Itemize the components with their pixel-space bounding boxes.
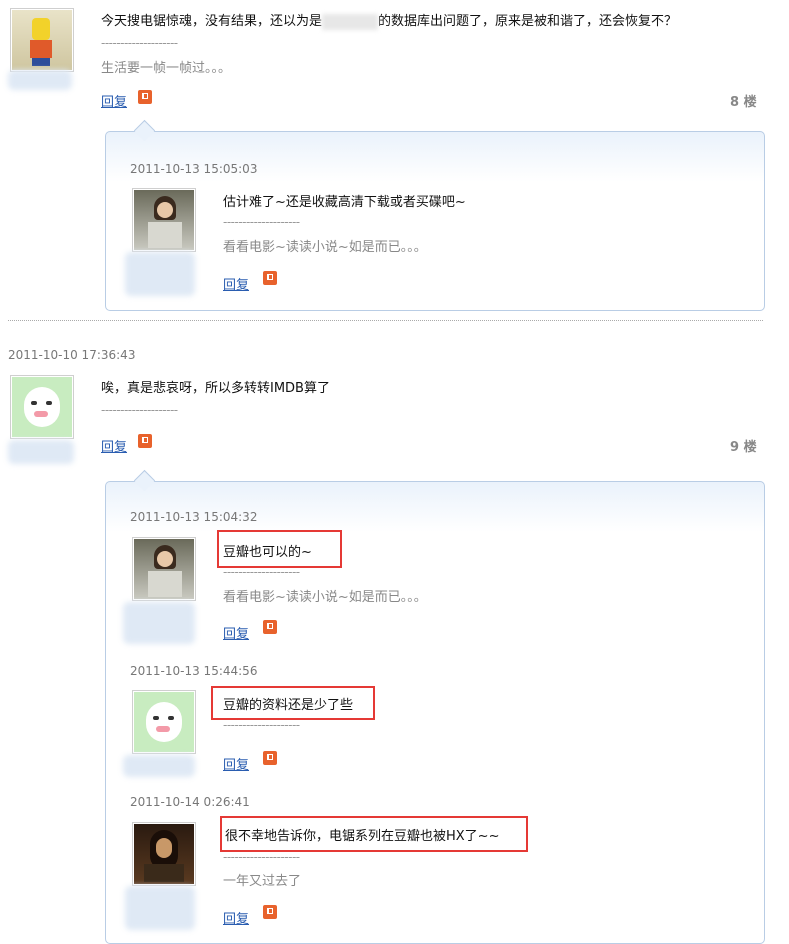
reply-link[interactable]: 回复 — [223, 754, 249, 773]
report-flag-icon[interactable] — [138, 434, 152, 448]
reply-link[interactable]: 回复 — [223, 623, 249, 642]
username-blurred — [8, 440, 74, 464]
reply-timestamp: 2011-10-13 15:04:32 — [130, 510, 258, 524]
avatar[interactable] — [10, 8, 74, 72]
signature: 看看电影~读读小说~如是而已。。。 — [223, 240, 427, 255]
avatar[interactable] — [132, 690, 196, 754]
signature-divider: -------------------- — [223, 718, 300, 732]
reply-link[interactable]: 回复 — [101, 436, 127, 455]
report-flag-icon[interactable] — [263, 620, 277, 634]
post-text: 唉，真是悲哀呀，所以多转转IMDB算了 — [101, 381, 330, 396]
report-flag-icon[interactable] — [138, 90, 152, 104]
username-blurred — [8, 70, 72, 90]
post-timestamp: 2011-10-10 17:36:43 — [8, 348, 136, 362]
signature-divider: -------------------- — [101, 403, 178, 417]
avatar[interactable] — [132, 537, 196, 601]
report-flag-icon[interactable] — [263, 905, 277, 919]
floor-number: 8 楼 — [730, 95, 757, 110]
report-flag-icon[interactable] — [263, 751, 277, 765]
signature-divider: -------------------- — [223, 565, 300, 579]
signature: 一年又过去了 — [223, 874, 302, 889]
post-divider — [8, 320, 763, 321]
reply-link[interactable]: 回复 — [223, 274, 249, 293]
avatar[interactable] — [132, 822, 196, 886]
username-blurred — [123, 755, 195, 777]
avatar[interactable] — [132, 188, 196, 252]
highlight-box — [217, 530, 342, 568]
reply-thread-box — [105, 481, 765, 944]
reply-timestamp: 2011-10-13 15:44:56 — [130, 664, 258, 678]
reply-link[interactable]: 回复 — [101, 91, 127, 110]
reply-text: 估计难了~还是收藏高清下载或者买碟吧~ — [223, 195, 466, 210]
floor-number: 9 楼 — [730, 440, 757, 455]
avatar[interactable] — [10, 375, 74, 439]
signature: 生活要一帧一帧过。。。 — [101, 61, 232, 76]
post-text: 今天搜电锯惊魂，没有结果，还以为是 的数据库出问题了，原来是被和谐了，还会恢复不？ — [101, 13, 678, 30]
report-flag-icon[interactable] — [263, 271, 277, 285]
reply-thread-box — [105, 131, 765, 311]
username-blurred — [123, 602, 195, 644]
highlight-box — [211, 686, 375, 720]
username-blurred — [125, 886, 195, 930]
signature: 看看电影~读读小说~如是而已。。。 — [223, 590, 427, 605]
reply-timestamp: 2011-10-13 15:05:03 — [130, 162, 258, 176]
reply-link[interactable]: 回复 — [223, 908, 249, 927]
signature-divider: -------------------- — [223, 850, 300, 864]
signature-divider: -------------------- — [223, 215, 300, 229]
username-blurred — [125, 252, 195, 296]
reply-timestamp: 2011-10-14 0:26:41 — [130, 795, 250, 809]
signature-divider: -------------------- — [101, 36, 178, 50]
highlight-box — [220, 816, 528, 852]
